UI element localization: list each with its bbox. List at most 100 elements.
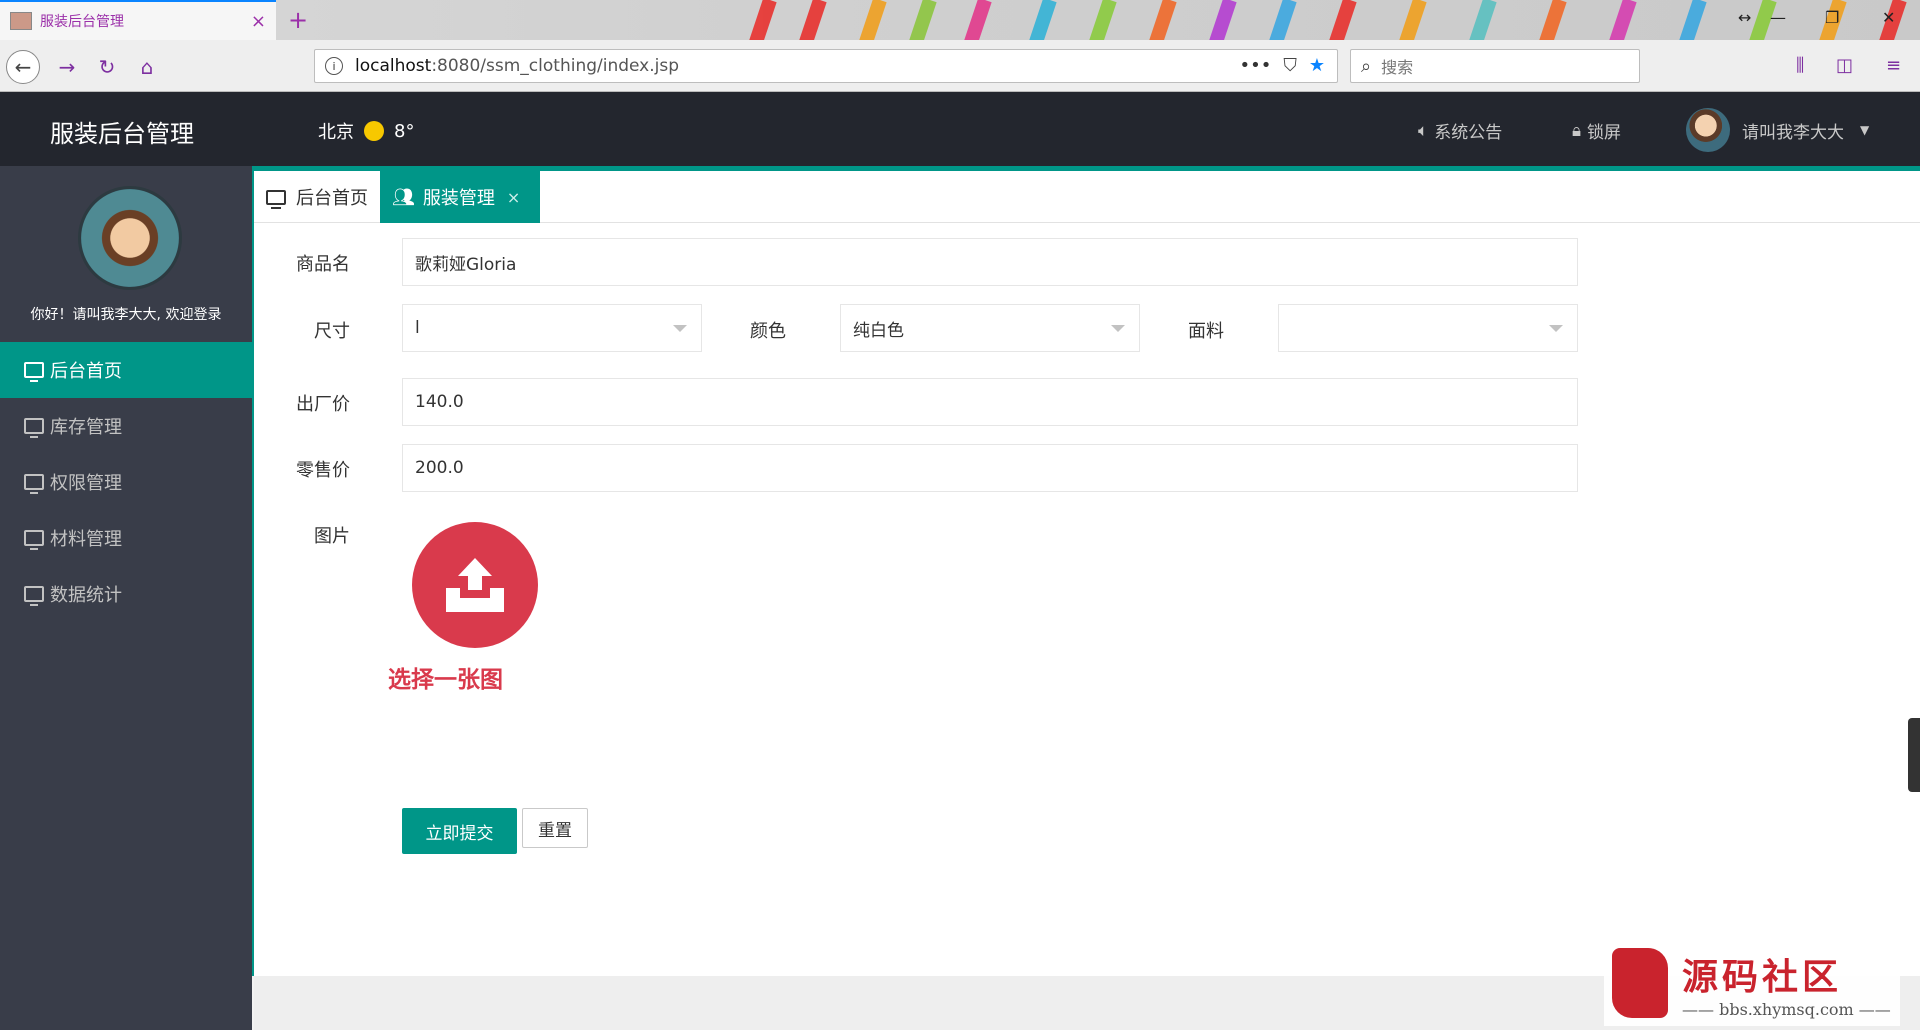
upload-icon [446,558,504,612]
sidebar-item-label: 材料管理 [50,529,122,550]
name-label: 商品名 [296,254,350,275]
close-tab-icon[interactable]: × [251,11,266,32]
app-logo[interactable]: 服装后台管理 [50,114,194,149]
retail-price-label: 零售价 [296,460,350,481]
size-label: 尺寸 [314,321,350,342]
tab-label: 后台首页 [296,188,368,209]
retail-price-input[interactable]: 200.0 [402,444,1578,492]
sidebar-avatar [78,186,182,290]
browser-tab-title: 服装后台管理 [40,14,124,30]
size-select[interactable]: l [402,304,702,352]
lock-label: 锁屏 [1587,123,1622,143]
chevron-down-icon [673,325,687,332]
sidebar-item-label: 权限管理 [50,473,122,494]
reload-button[interactable]: ↻ [90,50,124,84]
browser-search-bar[interactable]: ⌕ 搜索 [1350,49,1640,83]
weather-city: 北京 [318,122,354,143]
theme-background [749,0,1907,40]
site-info-icon[interactable]: i [325,57,343,75]
home-button[interactable]: ⌂ [130,50,164,84]
url-bar[interactable]: i localhost:8080/ssm_clothing/index.jsp … [314,49,1338,83]
page-tabs: 后台首页 👥︎ 服装管理 × [254,171,1920,223]
sidebar-item-label: 库存管理 [50,417,122,438]
monitor-icon [24,362,44,382]
reset-button[interactable]: 重置 [522,808,588,848]
watermark: 源码社区 —— bbs.xhymsq.com —— [1604,940,1900,1026]
tab-label: 服装管理 [422,188,495,209]
tab-home[interactable]: 后台首页 [254,171,380,223]
search-placeholder: 搜索 [1381,58,1414,77]
monitor-icon [24,474,44,494]
page-actions-menu-icon[interactable]: ••• [1240,55,1272,76]
pocket-icon[interactable]: ⛉ [1283,55,1297,76]
app-header: 服装后台管理 北京 8° 🔈︎ 系统公告 🔒︎ 锁屏 请叫我李大大 ▼ [0,92,1920,166]
back-button[interactable]: ← [6,50,40,84]
sidebar-item-materials[interactable]: 材料管理 [0,510,252,566]
image-label: 图片 [314,526,350,547]
sun-icon [364,121,384,141]
watermark-url: —— bbs.xhymsq.com —— [1682,999,1891,1019]
lock-screen-link[interactable]: 🔒︎ 锁屏 [1572,118,1622,144]
announcement-label: 系统公告 [1434,123,1503,143]
chevron-down-icon [1111,325,1125,332]
upload-button[interactable] [412,522,538,648]
color-value: 纯白色 [853,320,904,341]
weather-temperature: 8° [394,120,415,142]
submit-button[interactable]: 立即提交 [402,808,517,854]
url-actions: ••• ⛉ ★ [1240,55,1326,76]
color-label: 颜色 [750,321,786,342]
announcement-link[interactable]: 🔈︎ 系统公告 [1418,118,1503,144]
sidebar: 你好！请叫我李大大, 欢迎登录 后台首页 库存管理 权限管理 材料管理 数据统计 [0,166,252,1030]
maximize-icon[interactable]: ❐ [1825,8,1839,27]
minimize-icon[interactable]: — [1770,8,1786,27]
sidebar-item-label: 后台首页 [50,361,122,382]
factory-price-label: 出厂价 [296,394,350,415]
color-select[interactable]: 纯白色 [840,304,1140,352]
fabric-select[interactable] [1278,304,1578,352]
monitor-icon [24,418,44,438]
chevron-down-icon: ▼ [1860,123,1870,137]
browser-tab-strip: 服装后台管理 × + ↔ — ❐ ✕ [0,0,1920,40]
watermark-seal [1612,948,1668,1018]
sidebar-menu: 后台首页 库存管理 权限管理 材料管理 数据统计 [0,342,252,622]
speaker-icon: 🔈︎ [1418,120,1429,141]
close-window-icon[interactable]: ✕ [1882,8,1895,27]
bookmark-star-icon[interactable]: ★ [1309,55,1325,76]
sidebar-item-permissions[interactable]: 权限管理 [0,454,252,510]
resize-icon[interactable]: ↔ [1738,8,1751,27]
site-favicon-icon [10,12,32,30]
scrollbar-handle[interactable] [1908,718,1920,792]
sidebar-toggle-icon[interactable]: ◫ [1836,55,1853,76]
chevron-down-icon [1549,325,1563,332]
sidebar-greeting: 你好！请叫我李大大, 欢迎登录 [30,307,222,323]
sidebar-item-home[interactable]: 后台首页 [0,342,252,398]
factory-price-input[interactable]: 140.0 [402,378,1578,426]
tab-clothing-management[interactable]: 👥︎ 服装管理 × [380,171,540,223]
user-avatar [1686,108,1730,152]
watermark-title: 源码社区 [1682,955,1843,998]
users-icon: 👥︎ [392,186,415,208]
user-menu[interactable]: 请叫我李大大 ▼ [1686,108,1869,152]
browser-tab[interactable]: 服装后台管理 × [0,0,276,40]
forward-button[interactable]: → [50,50,84,84]
sidebar-item-label: 数据统计 [50,585,122,606]
library-icon[interactable]: ⫼ [1796,55,1804,76]
monitor-icon [24,586,44,606]
new-tab-button[interactable]: + [288,6,308,34]
upload-label[interactable]: 选择一张图 [388,660,503,694]
size-value: l [415,318,420,338]
sidebar-item-statistics[interactable]: 数据统计 [0,566,252,622]
watermark-text: 源码社区 —— bbs.xhymsq.com —— [1682,948,1891,1019]
name-input[interactable]: 歌莉娅Gloria [402,238,1578,286]
close-icon[interactable]: × [507,188,520,207]
monitor-icon [266,189,286,209]
weather-widget: 北京 8° [318,118,414,144]
fabric-label: 面料 [1188,321,1224,342]
hamburger-menu-icon[interactable]: ≡ [1886,55,1901,76]
sidebar-item-inventory[interactable]: 库存管理 [0,398,252,454]
browser-navbar: ← → ↻ ⌂ i localhost:8080/ssm_clothing/in… [0,40,1920,92]
username: 请叫我李大大 [1742,122,1844,143]
search-icon: ⌕ [1361,55,1372,77]
url-text: localhost:8080/ssm_clothing/index.jsp [355,56,680,76]
lock-icon: 🔒︎ [1572,120,1582,141]
